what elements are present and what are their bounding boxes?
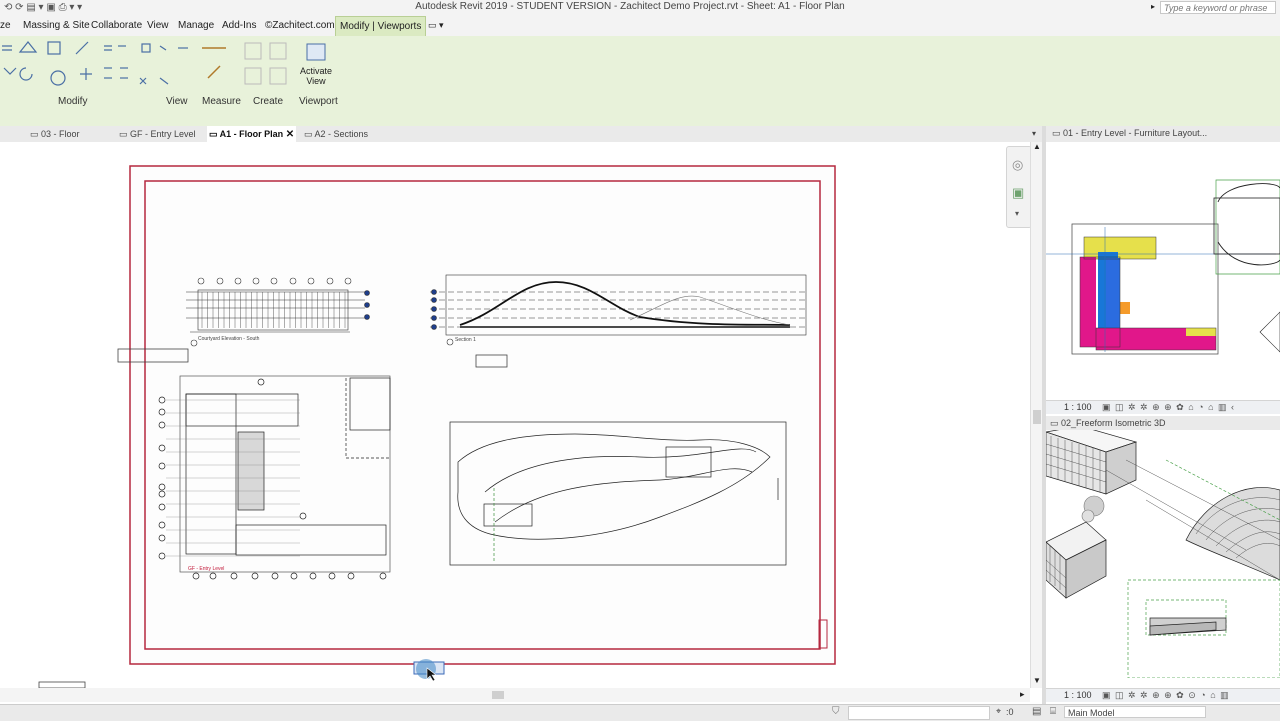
ribbon-options-icon[interactable]: ▭ ▾ — [428, 20, 444, 31]
tab-03-floor[interactable]: ▭ 03 - Floor — [30, 126, 80, 142]
view-control-icons[interactable]: ▣ ◫ ✲ ✲ ⊕ ⊕ ✿ ⌂ ◔ ⌂ ▥ ‹ — [1102, 401, 1235, 414]
panel-label-measure: Measure — [202, 96, 241, 107]
scroll-right-arrow-icon[interactable]: ▸ — [1020, 689, 1025, 700]
quick-access-toolbar[interactable]: ⟲ ⟳ ▤ ▾ ▣ ⎙ ▾ ▾ — [4, 2, 82, 13]
section-label: Section 1 — [455, 337, 476, 343]
editable-only-icon[interactable]: ⌸ — [1050, 706, 1056, 717]
tab-label: 03 - Floor — [41, 129, 80, 139]
view2-title-text: 02_Freeform Isometric 3D — [1061, 418, 1166, 428]
menu-item-manage[interactable]: Manage — [178, 20, 214, 31]
tab-list-dropdown-icon[interactable]: ▾ — [1032, 126, 1036, 142]
view2-scale[interactable]: 1 : 100 — [1064, 689, 1092, 702]
scroll-down-arrow-icon[interactable]: ▼ — [1033, 676, 1041, 685]
sheet-canvas[interactable]: Courtyard Elevation - South Section 1 GF… — [0, 142, 1030, 689]
options-bar — [0, 108, 1280, 126]
plan-label: GF - Entry Level — [188, 566, 224, 572]
right-view-3d[interactable] — [1045, 425, 1280, 679]
view1-title-text: 01 - Entry Level - Furniture Layout... — [1063, 128, 1208, 138]
menu-bar: ze Massing & Site Collaborate View Manag… — [0, 16, 1280, 36]
menu-item-partial[interactable]: ze — [0, 20, 11, 31]
nav-dropdown-icon[interactable]: ▾ — [1015, 209, 1019, 218]
scroll-thumb[interactable] — [1033, 410, 1041, 424]
elevation-label: Courtyard Elevation - South — [198, 336, 260, 342]
activate-view-button[interactable]: Activate View — [297, 66, 335, 86]
title-bar: ⟲ ⟳ ▤ ▾ ▣ ⎙ ▾ ▾ Autodesk Revit 2019 - ST… — [0, 0, 1280, 16]
selection-count: :0 — [1006, 707, 1014, 717]
panel-label-modify: Modify — [58, 96, 88, 107]
right-view-floor-plan[interactable] — [1046, 142, 1280, 400]
isometric-3d-canvas[interactable] — [1045, 425, 1280, 679]
tab-a2-sections[interactable]: ▭ A2 - Sections — [304, 126, 368, 142]
zoom-region-icon[interactable]: ▣ — [1012, 185, 1024, 201]
tab-label: A2 - Sections — [314, 129, 369, 139]
sheet-view[interactable]: Courtyard Elevation - South Section 1 GF… — [0, 142, 1030, 689]
selection-filter-icon[interactable]: ⌖ — [996, 706, 1001, 717]
right-view2-title[interactable]: ▭ 02_Freeform Isometric 3D — [1046, 416, 1280, 430]
view1-scale[interactable]: 1 : 100 — [1064, 401, 1092, 414]
panel-label-viewport: Viewport — [299, 96, 338, 107]
right-plan-canvas[interactable] — [1046, 142, 1280, 400]
workset-dropdown[interactable] — [848, 706, 990, 720]
tab-gf-entry-level[interactable]: ▭ GF - Entry Level — [119, 126, 196, 142]
right-tab-bar: ▭ 01 - Entry Level - Furniture Layout... — [1046, 126, 1280, 142]
view2-control-bar: 1 : 100 ▣ ◫ ✲ ✲ ⊕ ⊕ ✿ ⊙ ◔ ⌂ ▥ — [1046, 688, 1280, 702]
tab-a1-floor-plan[interactable]: ▭ A1 - Floor Plan ✕ — [207, 126, 297, 142]
scroll-up-arrow-icon[interactable]: ▲ — [1033, 142, 1041, 151]
search-arrow-icon[interactable]: ▸ — [1151, 2, 1155, 11]
navigation-bar[interactable]: ◎ ▣ ▾ — [1006, 146, 1032, 228]
menu-item-view[interactable]: View — [147, 20, 169, 31]
close-icon[interactable]: ✕ — [286, 129, 294, 140]
search-input[interactable]: Type a keyword or phrase — [1160, 1, 1276, 14]
horizontal-scrollbar[interactable]: ▸ — [0, 688, 1030, 702]
window-title: Autodesk Revit 2019 - STUDENT VERSION - … — [415, 1, 845, 12]
hscroll-thumb[interactable] — [492, 691, 504, 699]
ribbon-tools-icons[interactable] — [0, 38, 340, 94]
menu-item-massing-site[interactable]: Massing & Site — [23, 20, 90, 31]
tab-label: A1 - Floor Plan — [219, 129, 284, 139]
view1-control-bar: 1 : 100 ▣ ◫ ✲ ✲ ⊕ ⊕ ✿ ⌂ ◔ ⌂ ▥ ‹ — [1046, 400, 1280, 414]
status-bar: ⛉ ⌖ :0 ▤ ⌸ Main Model — [0, 704, 1280, 721]
menu-item-modify-viewports[interactable]: Modify | Viewports — [335, 16, 427, 36]
view-control-icons[interactable]: ▣ ◫ ✲ ✲ ⊕ ⊕ ✿ ⊙ ◔ ⌂ ▥ — [1102, 689, 1230, 702]
right-view1-title[interactable]: ▭ 01 - Entry Level - Furniture Layout... — [1052, 128, 1207, 139]
panel-label-create: Create — [253, 96, 284, 107]
panel-label-view: View — [166, 96, 188, 107]
zoom-wheel-icon[interactable]: ◎ — [1012, 157, 1023, 173]
cursor-highlight — [416, 659, 436, 679]
filter-icon[interactable]: ⛉ — [832, 706, 840, 717]
model-dropdown-value: Main Model — [1068, 708, 1115, 718]
tab-label: GF - Entry Level — [130, 129, 196, 139]
menu-item-add-ins[interactable]: Add-Ins — [222, 20, 256, 31]
menu-item-collaborate[interactable]: Collaborate — [91, 20, 142, 31]
design-options-icon[interactable]: ▤ — [1032, 706, 1041, 717]
model-dropdown[interactable]: Main Model — [1064, 706, 1206, 718]
menu-item-zachitect[interactable]: ©Zachitect.com — [265, 20, 335, 31]
